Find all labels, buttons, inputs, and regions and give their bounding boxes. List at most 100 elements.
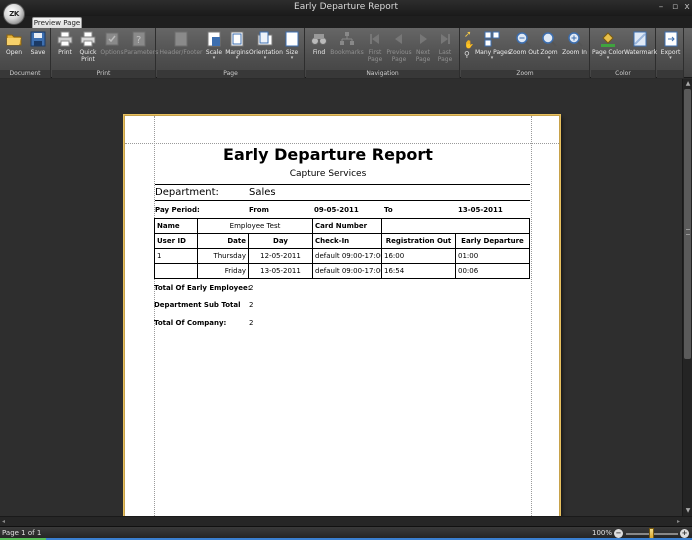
magnifier-tool-icon[interactable]: ⚲ [464, 50, 474, 60]
total-early-employee-value: 2 [249, 284, 254, 292]
margins-button[interactable]: Margins ▾ [225, 31, 249, 68]
bookmarks-icon [339, 31, 355, 47]
application-menu-button[interactable]: ZK [3, 3, 25, 25]
scroll-down-icon[interactable]: ▼ [684, 507, 692, 514]
pointer-icon[interactable]: ➚ [464, 30, 474, 40]
watermark-button[interactable]: Watermark [624, 31, 658, 68]
bookmarks-label: Bookmarks [330, 49, 364, 56]
table-cell-date: Friday [197, 263, 249, 279]
scale-icon [206, 31, 222, 47]
table-cell-day: 13-05-2011 [248, 263, 313, 279]
next-page-label: Next Page [415, 49, 431, 63]
header-footer-button[interactable]: Header/Footer [159, 31, 203, 68]
department-value: Sales [249, 187, 276, 198]
watermark-label: Watermark [624, 49, 658, 56]
column-header-date: Date [197, 233, 249, 249]
chevron-down-icon: ▾ [547, 55, 551, 61]
save-label: Save [30, 49, 46, 56]
card-number-value-cell [381, 218, 530, 234]
page-color-button[interactable]: Page Color ▾ [592, 31, 624, 68]
zoom-in-button[interactable]: Zoom In [561, 31, 588, 68]
ribbon-tab-strip: Preview Page [0, 16, 692, 29]
zoom-in-small-icon[interactable]: + [680, 529, 689, 538]
table-cell-date: Thursday [197, 248, 249, 264]
title-bar: Early Departure Report – ▫ x [0, 0, 692, 16]
export-button[interactable]: Export ▾ [658, 31, 683, 68]
right-margin-guide [531, 116, 532, 516]
find-label: Find [312, 49, 326, 56]
parameters-button[interactable]: ? Parameters [124, 31, 159, 68]
page-size-button[interactable]: Size ▾ [281, 31, 303, 68]
from-label: From [249, 206, 269, 214]
first-page-button[interactable]: First Page [364, 31, 386, 68]
scroll-left-icon[interactable]: ◂ [2, 518, 5, 525]
minimize-button[interactable]: – [654, 1, 668, 14]
previous-page-button[interactable]: Previous Page [386, 31, 412, 68]
chevron-down-icon: ▾ [235, 55, 239, 61]
scroll-up-icon[interactable]: ▲ [684, 80, 692, 87]
table-cell-user-id: 1 [154, 248, 198, 264]
quick-print-label: Quick Print [79, 49, 97, 63]
scrollbar-thumb[interactable] [684, 89, 691, 359]
table-cell-early-departure: 01:00 [455, 248, 530, 264]
next-page-button[interactable]: Next Page [412, 31, 434, 68]
zoom-icon [541, 31, 557, 47]
floppy-icon [30, 31, 46, 47]
preview-area[interactable]: Early Departure Report Capture Services … [0, 79, 682, 516]
zoom-in-icon [567, 31, 583, 47]
quick-print-button[interactable]: Quick Print [76, 31, 100, 68]
chevron-down-icon: ▾ [212, 55, 216, 61]
group-document-label: Document [0, 70, 50, 78]
print-button[interactable]: Print [54, 31, 76, 68]
vertical-scrollbar[interactable]: ▲ ▼ [682, 79, 692, 516]
last-page-button[interactable]: Last Page [434, 31, 456, 68]
zoom-out-small-icon[interactable]: − [614, 529, 623, 538]
page-info: Page 1 of 1 [2, 529, 42, 537]
group-navigation: Find Bookmarks First Page Previous Page … [306, 28, 460, 78]
parameters-icon: ? [131, 31, 147, 47]
open-button[interactable]: Open [2, 31, 26, 68]
last-page-icon [437, 31, 453, 47]
previous-page-label: Previous Page [386, 49, 412, 63]
zoom-button[interactable]: Zoom ▾ [537, 31, 561, 68]
hand-tool-icon[interactable]: ✋ [464, 40, 474, 50]
group-document: Open Save Document [0, 28, 51, 78]
save-button[interactable]: Save [26, 31, 50, 68]
orientation-icon [257, 31, 273, 47]
first-page-label: First Page [367, 49, 383, 63]
open-label: Open [5, 49, 23, 56]
table-cell-registration-out: 16:54 [381, 263, 456, 279]
many-pages-button[interactable]: Many Pages ▾ [475, 31, 511, 68]
group-color-label: Color [591, 70, 655, 78]
group-page: Header/Footer Scale ▾ Margins ▾ Orientat… [157, 28, 305, 78]
grip-icon [686, 229, 690, 235]
zoom-out-button[interactable]: Zoom Out [509, 31, 540, 68]
scale-button[interactable]: Scale ▾ [203, 31, 225, 68]
last-page-label: Last Page [437, 49, 453, 63]
employee-name-cell: Employee Test [197, 218, 313, 234]
bookmarks-button[interactable]: Bookmarks [330, 31, 364, 68]
find-button[interactable]: Find [308, 31, 330, 68]
scroll-right-icon[interactable]: ▸ [677, 518, 680, 525]
department-label: Department: [155, 187, 219, 198]
close-button[interactable]: x [680, 1, 692, 14]
printer-icon [57, 31, 73, 47]
svg-text:?: ? [136, 35, 141, 46]
zoom-tool-stack: ➚ ✋ ⚲ [464, 30, 474, 60]
horizontal-scrollbar[interactable]: ◂ ▸ [0, 516, 692, 526]
table-cell-early-departure: 00:06 [455, 263, 530, 279]
options-button[interactable]: Options [100, 31, 124, 68]
zoom-out-label: Zoom Out [509, 49, 540, 56]
chevron-down-icon: ▾ [290, 55, 294, 61]
options-label: Options [100, 49, 124, 56]
parameters-label: Parameters [124, 49, 159, 56]
zoom-out-icon [515, 31, 531, 47]
binoculars-icon [311, 31, 327, 47]
table-cell-check-in: default 09:00-17:00 [312, 263, 382, 279]
card-number-label-cell: Card Number [312, 218, 382, 234]
table-cell-user-id [154, 263, 198, 279]
group-zoom-label: Zoom [461, 70, 589, 78]
orientation-button[interactable]: Orientation ▾ [249, 31, 283, 68]
column-header-early-departure: Early Departure [455, 233, 530, 249]
to-date: 13-05-2011 [458, 206, 503, 214]
